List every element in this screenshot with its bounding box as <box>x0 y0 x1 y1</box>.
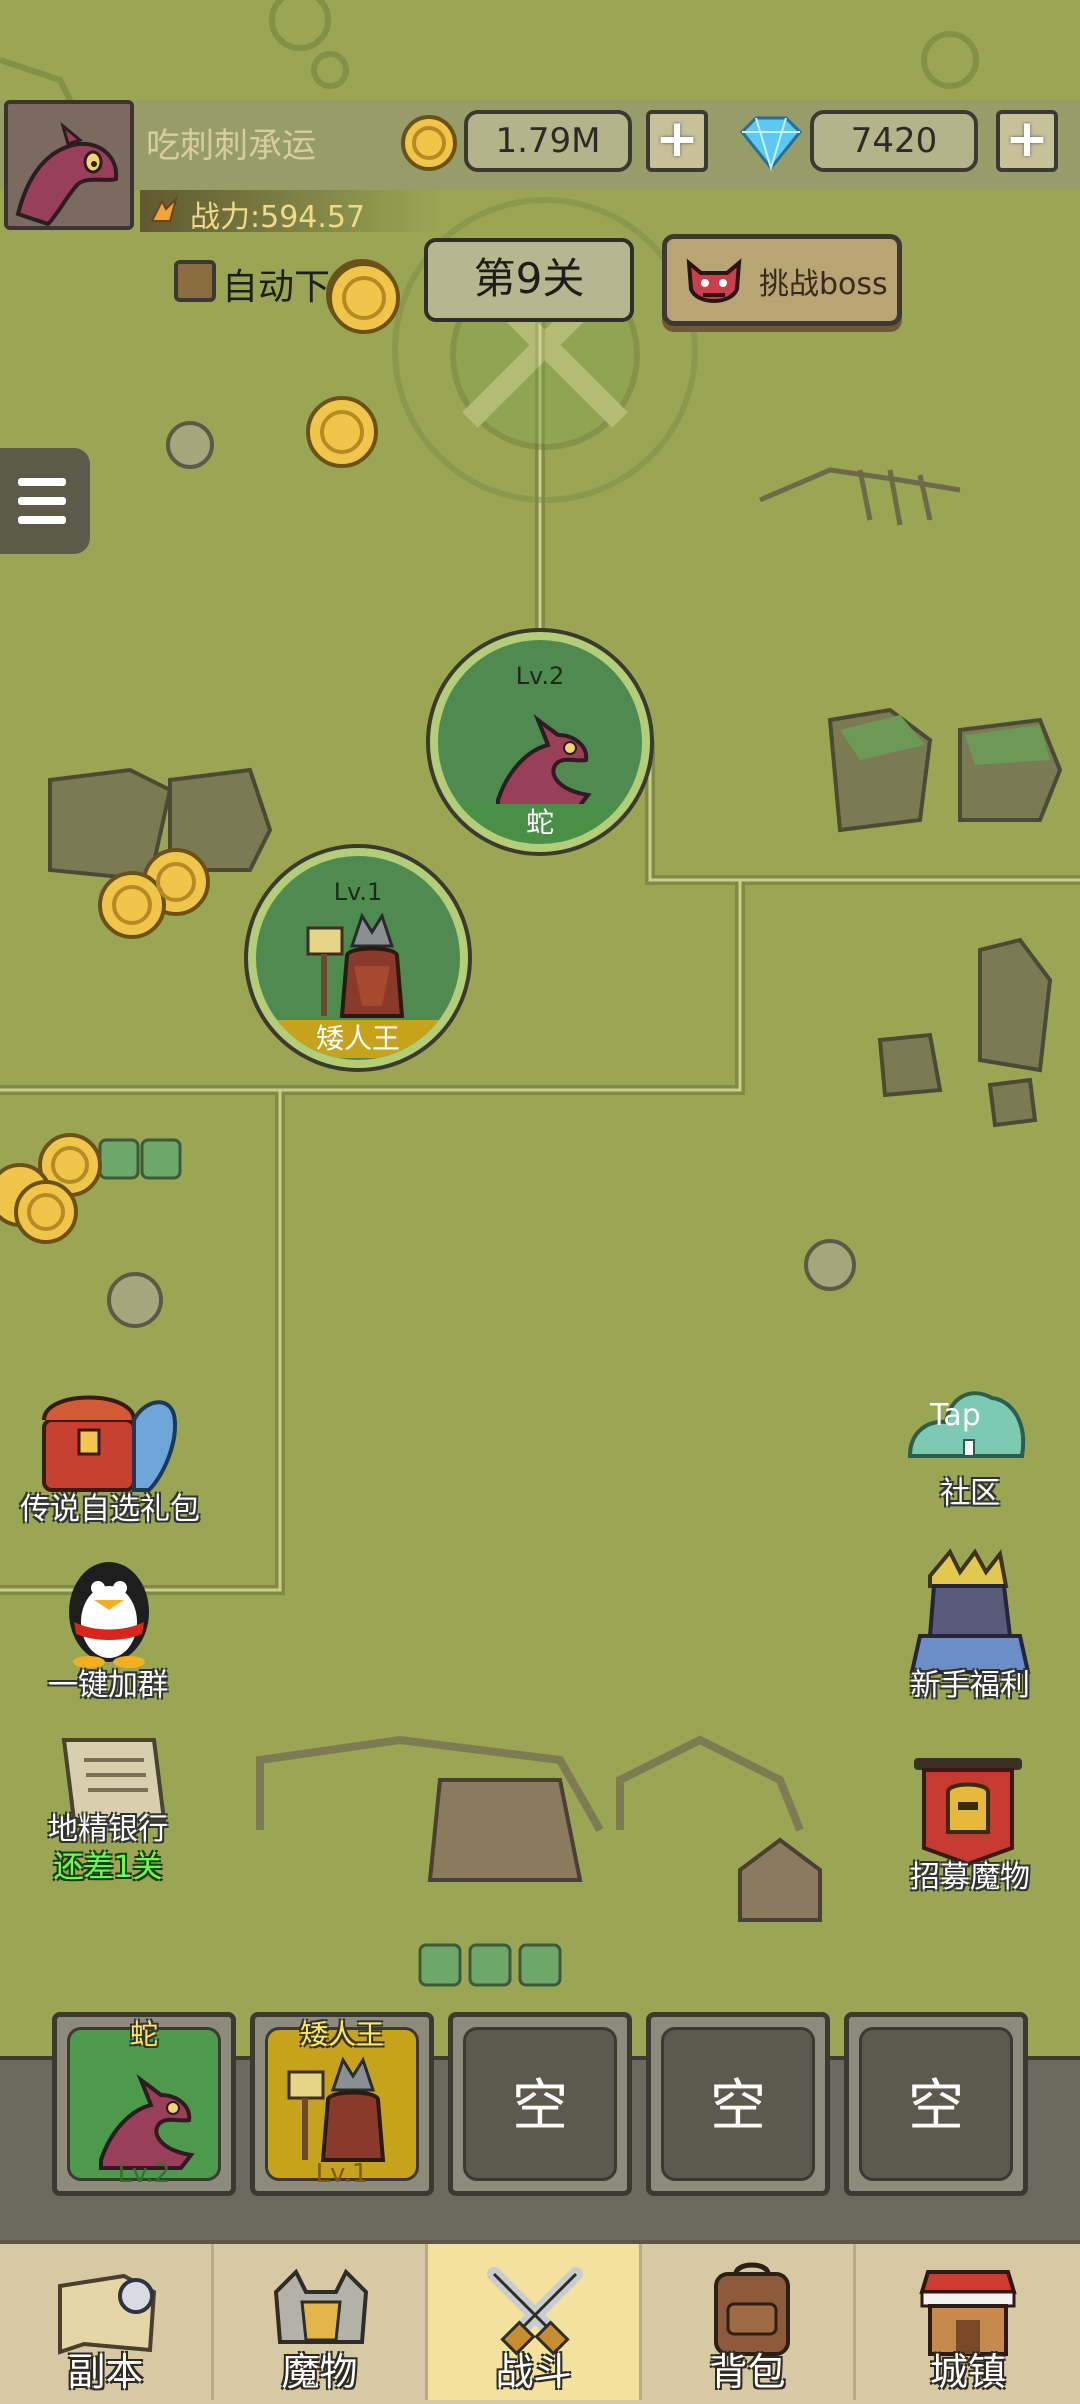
diamond-amount: 7420 <box>810 110 978 172</box>
team-slot-level: Lv.2 <box>117 2159 171 2189</box>
auto-advance-label: 自动下 <box>222 267 331 308</box>
recruit-monsters-label[interactable]: 招募魔物 <box>860 1852 1080 1896</box>
add-diamond-button[interactable]: + <box>996 110 1058 172</box>
player-avatar[interactable] <box>4 100 134 230</box>
combat-power: 战力:594.57 <box>190 200 366 235</box>
team-slot-empty: 空 <box>710 2074 766 2139</box>
dwarf-king-icon <box>287 2056 386 2162</box>
legend-gift-pack-label[interactable]: 传说自选礼包 <box>0 1484 220 1528</box>
join-group-label[interactable]: 一键加群 <box>0 1660 218 1704</box>
snake-portrait-icon <box>8 104 130 226</box>
newbie-benefits-label[interactable]: 新手福利 <box>860 1660 1080 1704</box>
community-label[interactable]: 社区 <box>860 1468 1080 1512</box>
snake-icon <box>99 2074 195 2170</box>
monster-level: Lv.1 <box>333 878 383 906</box>
floating-coin-icon <box>328 262 400 334</box>
qq-penguin-icon[interactable] <box>54 1552 164 1668</box>
stage-number: 第9关 <box>424 238 634 322</box>
team-slot-4[interactable]: 空 <box>646 2012 830 2196</box>
monster-name: 蛇 <box>438 804 642 842</box>
add-gold-button[interactable]: + <box>646 110 708 172</box>
nav-backpack[interactable]: 背包 <box>642 2244 856 2400</box>
goblin-bank-progress: 还差1关 <box>53 1850 163 1885</box>
team-slot-level: Lv.1 <box>315 2159 369 2189</box>
team-slot-5[interactable]: 空 <box>844 2012 1028 2196</box>
gold-coin-icon <box>401 115 457 171</box>
map-monster-dwarf-king[interactable]: Lv.1 矮人王 <box>248 848 468 1068</box>
nav-dungeon[interactable]: 副本 <box>0 2244 214 2400</box>
nav-label: 城镇 <box>929 2350 1006 2394</box>
challenge-boss-label: 挑战boss <box>759 267 888 302</box>
monster-level: Lv.2 <box>515 662 565 690</box>
newbie-knight-icon[interactable] <box>900 1546 1040 1676</box>
auto-advance-checkbox[interactable] <box>174 260 216 302</box>
team-slot-empty: 空 <box>908 2074 964 2139</box>
team-slot-name: 矮人王 <box>299 2018 384 2051</box>
snake-icon <box>496 714 592 810</box>
tap-logo-text: Tap <box>930 1398 981 1433</box>
boss-demon-icon <box>686 258 742 303</box>
nav-label: 副本 <box>67 2350 144 2394</box>
dwarf-king-icon <box>306 912 405 1018</box>
gold-amount: 1.79M <box>464 110 632 172</box>
recruit-banner-icon[interactable] <box>904 1752 1032 1868</box>
power-icon <box>150 195 178 222</box>
treasure-chest-icon[interactable] <box>34 1380 184 1500</box>
team-slot-name: 蛇 <box>129 2018 158 2051</box>
nav-label: 魔物 <box>281 2350 358 2394</box>
team-slot-empty: 空 <box>512 2074 568 2139</box>
diamond-icon <box>739 116 803 172</box>
nav-monsters[interactable]: 魔物 <box>214 2244 428 2400</box>
team-slot-2[interactable]: 矮人王 Lv.1 <box>250 2012 434 2196</box>
nav-town[interactable]: 城镇 <box>856 2244 1080 2400</box>
nav-battle[interactable]: 战斗 <box>428 2244 642 2400</box>
monster-name: 矮人王 <box>256 1020 460 1058</box>
map-monster-snake[interactable]: Lv.2 蛇 <box>430 632 650 852</box>
team-slot-3[interactable]: 空 <box>448 2012 632 2196</box>
team-slot-1[interactable]: 蛇 Lv.2 <box>52 2012 236 2196</box>
nav-label: 背包 <box>709 2350 786 2394</box>
menu-button[interactable] <box>0 448 90 554</box>
challenge-boss-button[interactable]: 挑战boss <box>662 234 902 326</box>
menu-icon <box>18 478 66 486</box>
player-name: 吃刺刺承运 <box>146 126 316 166</box>
nav-label: 战斗 <box>495 2350 572 2394</box>
